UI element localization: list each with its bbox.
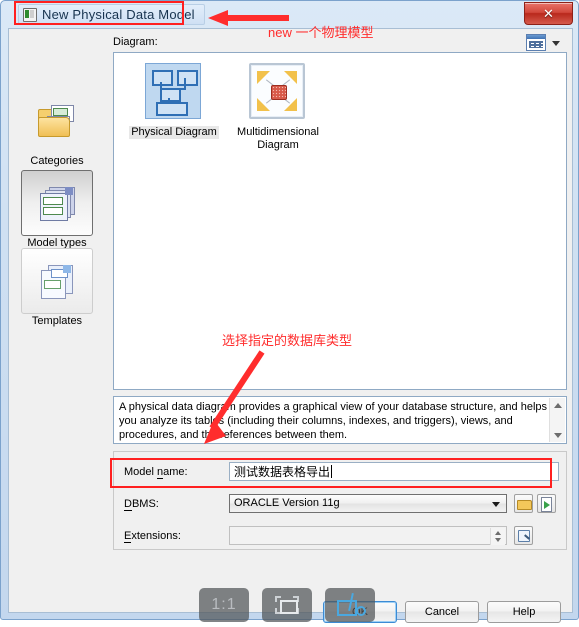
capture-fullscreen-button[interactable] [262,588,312,622]
sidebar: Categories Model types Templates [10,30,104,365]
gallery-item-physical-diagram[interactable]: Physical Diagram [120,63,228,139]
folder-open-icon [517,500,532,510]
chevron-down-icon[interactable] [552,41,560,46]
dialog-client-area: Categories Model types Templates Diagram… [8,28,573,613]
sidebar-item-templates-button[interactable] [21,248,93,314]
sidebar-item-model-types[interactable]: Model types [21,170,93,249]
crop-scissors-icon [337,592,366,617]
annotation-top-note: new 一个物理模型 [268,25,374,40]
sidebar-item-templates[interactable]: Templates [21,248,93,327]
description-scrollbar[interactable] [549,398,565,442]
dbms-browse-button[interactable] [514,494,533,513]
model-stack-icon [39,186,75,221]
description-text: A physical data diagram provides a graph… [119,401,548,441]
help-button[interactable]: Help [487,601,561,623]
description-box: A physical data diagram provides a graph… [113,396,567,444]
capture-crop-button[interactable] [325,588,375,622]
diagram-section-label: Diagram: [113,36,158,48]
sidebar-item-categories-button[interactable] [21,88,93,154]
fit-to-screen-icon [275,596,299,614]
extensions-input[interactable] [229,526,507,545]
physical-diagram-icon [145,63,203,121]
annotation-dbms-box [110,458,552,488]
dbms-import-button[interactable] [537,494,556,513]
sidebar-item-templates-label: Templates [31,315,83,327]
gallery-item-multidimensional-diagram[interactable]: Multidimensional Diagram [224,63,332,152]
sidebar-item-categories[interactable]: Categories [21,88,93,167]
grid-view-icon[interactable] [526,34,546,51]
dbms-select[interactable]: ORACLE Version 11g [229,494,507,513]
sidebar-item-categories-label: Categories [30,155,84,167]
extensions-row: Extensions: [114,526,566,548]
chevron-down-icon [492,502,500,507]
cancel-button-label: Cancel [424,606,460,618]
scroll-down-arrow-icon[interactable] [550,428,565,442]
extensions-label: Extensions: [124,530,181,543]
sidebar-item-model-types-button[interactable] [21,170,93,236]
annotation-title-box [14,1,184,25]
dbms-row: DBMS: ORACLE Version 11g [114,494,566,516]
scroll-up-arrow-icon[interactable] [550,398,565,412]
cancel-button[interactable]: Cancel [405,601,479,623]
close-button[interactable]: ✕ [524,2,573,25]
folder-documents-icon [38,105,76,137]
help-button-label: Help [512,606,536,618]
dbms-label: DBMS: [124,498,159,511]
multidimensional-diagram-icon [249,63,307,121]
annotation-dbms-note: 选择指定的数据库类型 [222,333,353,348]
close-icon: ✕ [543,5,554,21]
dialog-window: New Physical Data Model ✕ Categories Mod… [0,0,579,623]
templates-icon [39,264,75,299]
capture-scale-label: 1:1 [211,596,237,613]
gallery-item-physical-diagram-label: Physical Diagram [129,126,219,139]
capture-scale-button[interactable]: 1:1 [199,588,249,622]
gallery-item-multidimensional-diagram-label: Multidimensional Diagram [237,126,319,151]
extensions-browse-button[interactable] [514,526,533,545]
spinner-updown-icon[interactable] [490,528,505,545]
dbms-value: ORACLE Version 11g [234,497,340,509]
